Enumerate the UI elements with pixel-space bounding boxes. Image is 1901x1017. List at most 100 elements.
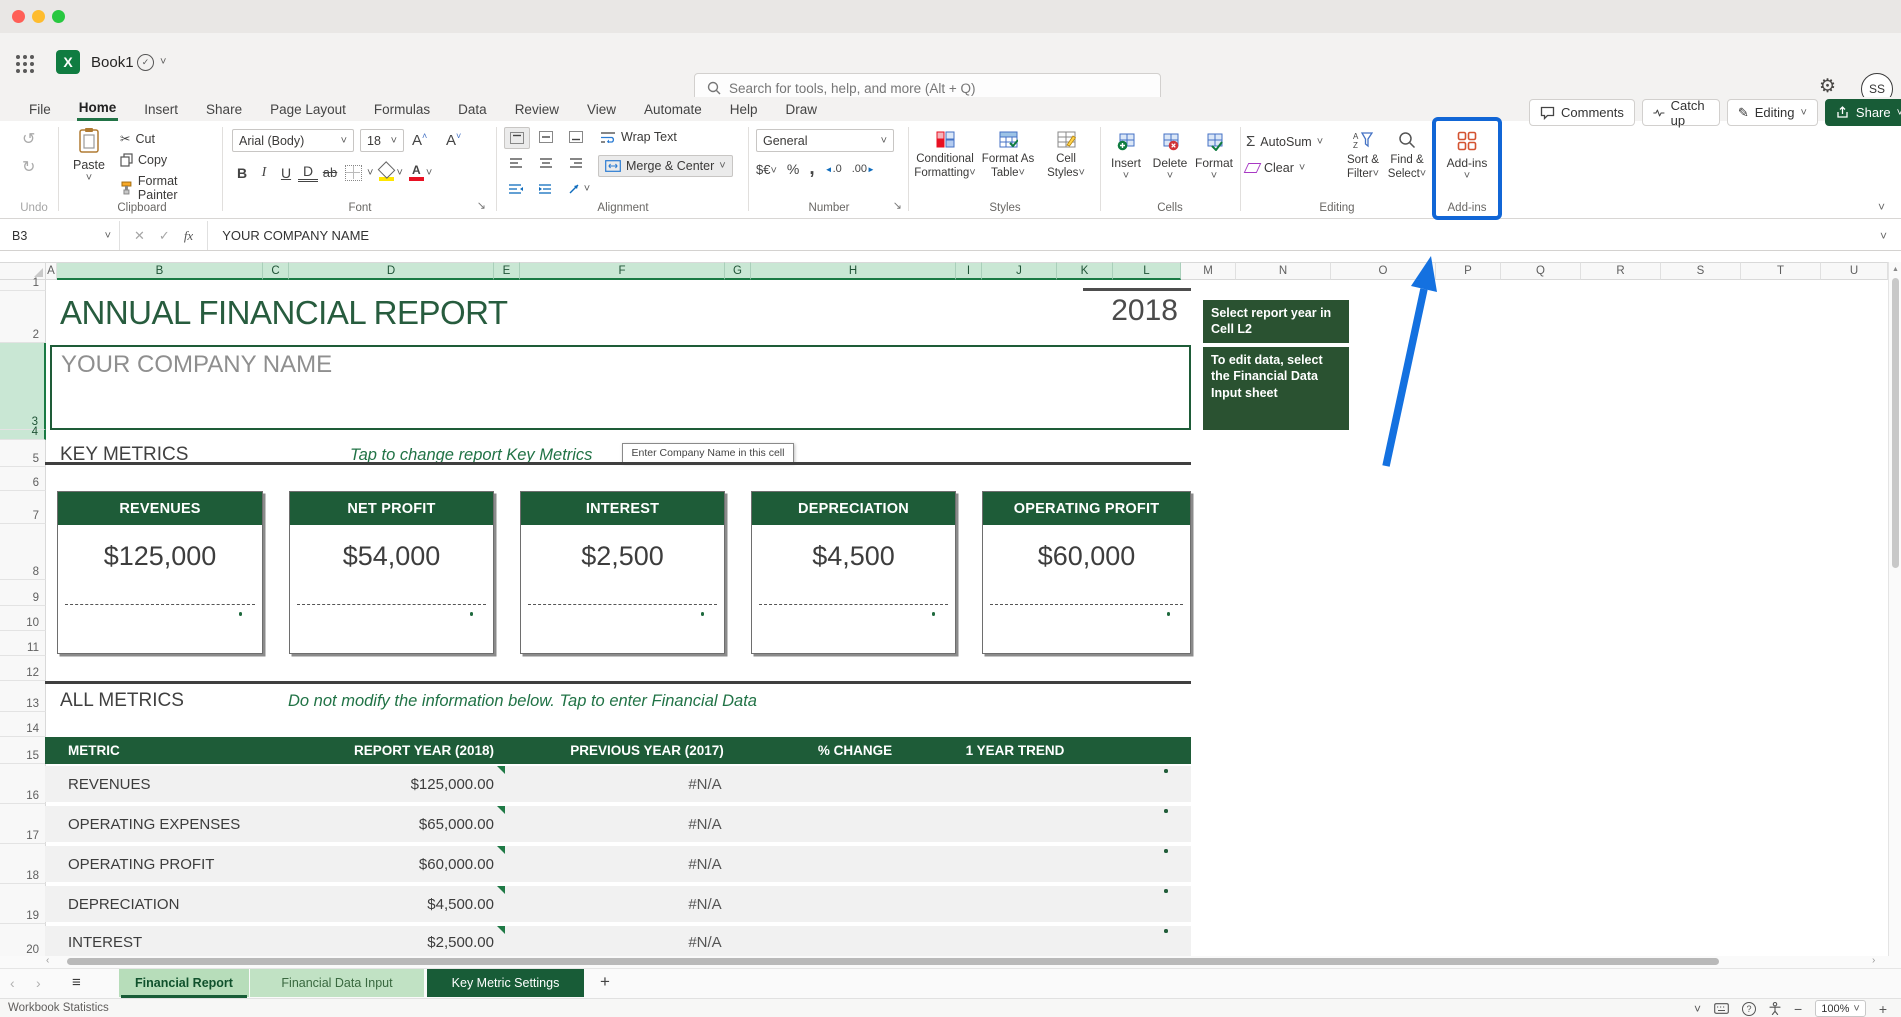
workbook-statistics-button[interactable]: Workbook Statistics bbox=[8, 1002, 109, 1014]
row-header-8[interactable]: 8 bbox=[0, 524, 46, 580]
vscroll-thumb[interactable] bbox=[1892, 278, 1899, 568]
font-size-select[interactable]: 18˅ bbox=[360, 129, 404, 152]
text-orientation-icon[interactable]: ˅ bbox=[564, 179, 594, 199]
menu-review[interactable]: Review bbox=[513, 100, 561, 119]
strikethrough-button[interactable]: ab bbox=[320, 165, 340, 180]
column-header-q[interactable]: Q bbox=[1501, 262, 1581, 280]
catch-up-button[interactable]: Catch up bbox=[1642, 99, 1720, 126]
menu-page-layout[interactable]: Page Layout bbox=[268, 100, 348, 119]
font-family-select[interactable]: Arial (Body)˅ bbox=[232, 129, 354, 152]
keyboard-icon[interactable] bbox=[1714, 1003, 1729, 1014]
redo-icon[interactable]: ↻ bbox=[22, 157, 35, 177]
zoom-in-icon[interactable]: + bbox=[1879, 1001, 1887, 1017]
font-color-icon[interactable]: A bbox=[409, 165, 424, 181]
comments-button[interactable]: Comments bbox=[1529, 99, 1635, 126]
share-button[interactable]: Share ˅ bbox=[1825, 99, 1901, 126]
row-header-12[interactable]: 12 bbox=[0, 656, 46, 681]
workbook-menu-chevron-icon[interactable]: ˅ bbox=[160, 56, 166, 68]
increase-indent-icon[interactable] bbox=[534, 179, 558, 199]
report-year-cell[interactable]: 2018 bbox=[1083, 294, 1178, 328]
chevron-down-icon[interactable]: ˅ bbox=[396, 167, 402, 179]
menu-share[interactable]: Share bbox=[204, 100, 244, 119]
column-header-d[interactable]: D bbox=[289, 262, 494, 280]
cut-button[interactable]: ✂Cut bbox=[120, 131, 220, 146]
currency-format-icon[interactable]: $€˅ bbox=[756, 162, 777, 177]
column-header-u[interactable]: U bbox=[1821, 262, 1888, 280]
accessibility-icon[interactable] bbox=[1769, 1002, 1781, 1015]
minimize-window-button[interactable] bbox=[32, 10, 45, 23]
column-header-h[interactable]: H bbox=[751, 262, 956, 280]
row-header-2[interactable]: 2 bbox=[0, 291, 46, 343]
prev-sheet-icon[interactable]: ‹ bbox=[10, 975, 15, 991]
column-header-k[interactable]: K bbox=[1057, 262, 1113, 280]
undo-icon[interactable]: ↺ bbox=[22, 129, 35, 149]
formula-input[interactable]: YOUR COMPANY NAME bbox=[208, 228, 369, 243]
company-name-cell[interactable]: YOUR COMPANY NAME bbox=[50, 345, 1191, 430]
align-middle-icon[interactable] bbox=[534, 127, 558, 147]
find-select-button[interactable]: Find &Select˅ bbox=[1386, 131, 1428, 182]
saved-status-icon[interactable]: ✓ bbox=[137, 54, 154, 71]
sort-filter-button[interactable]: AZ Sort &Filter˅ bbox=[1342, 131, 1384, 182]
row-header-4[interactable]: 4 bbox=[0, 430, 46, 440]
row-header-3[interactable]: 3 bbox=[0, 343, 46, 430]
row-header-9[interactable]: 9 bbox=[0, 580, 46, 606]
row-header-10[interactable]: 10 bbox=[0, 606, 46, 631]
delete-cells-button[interactable]: Delete ˅ bbox=[1148, 133, 1192, 182]
merge-center-button[interactable]: Merge & Center ˅ bbox=[598, 155, 733, 177]
fullscreen-window-button[interactable] bbox=[52, 10, 65, 23]
settings-gear-icon[interactable]: ⚙ bbox=[1819, 75, 1836, 98]
autosum-button[interactable]: ΣAutoSum˅ bbox=[1246, 133, 1323, 150]
clear-button[interactable]: Clear˅ bbox=[1246, 161, 1305, 175]
editing-mode-button[interactable]: ✎ Editing ˅ bbox=[1727, 99, 1818, 126]
paste-button[interactable]: Paste ˅ bbox=[66, 127, 112, 184]
row-header-1[interactable]: 1 bbox=[0, 280, 46, 291]
align-center-icon[interactable] bbox=[534, 153, 558, 173]
column-header-t[interactable]: T bbox=[1741, 262, 1821, 280]
menu-view[interactable]: View bbox=[585, 100, 618, 119]
column-header-l[interactable]: L bbox=[1113, 262, 1181, 280]
menu-automate[interactable]: Automate bbox=[642, 100, 704, 119]
wrap-text-button[interactable]: Wrap Text bbox=[600, 130, 677, 144]
menu-data[interactable]: Data bbox=[456, 100, 489, 119]
row-header-7[interactable]: 7 bbox=[0, 491, 46, 524]
column-header-s[interactable]: S bbox=[1661, 262, 1741, 280]
app-launcher-icon[interactable] bbox=[16, 55, 20, 59]
bold-button[interactable]: B bbox=[232, 165, 252, 181]
table-row[interactable]: REVENUES $125,000.00 #N/A bbox=[45, 766, 1191, 802]
menu-formulas[interactable]: Formulas bbox=[372, 100, 432, 119]
conditional-formatting-button[interactable]: ConditionalFormatting˅ bbox=[914, 131, 976, 181]
copy-button[interactable]: Copy bbox=[120, 153, 220, 167]
format-cells-button[interactable]: Format ˅ bbox=[1192, 133, 1236, 182]
scroll-right-icon[interactable]: › bbox=[1872, 955, 1875, 966]
column-header-i[interactable]: I bbox=[956, 262, 982, 280]
underline-button[interactable]: U bbox=[276, 165, 296, 181]
column-header-f[interactable]: F bbox=[520, 262, 725, 280]
cancel-entry-icon[interactable]: ✕ bbox=[134, 228, 145, 244]
workbook-name[interactable]: Book1 bbox=[91, 54, 134, 71]
status-chevron-icon[interactable]: ˅ bbox=[1694, 1002, 1701, 1016]
format-as-table-button[interactable]: Format AsTable˅ bbox=[978, 131, 1038, 181]
help-icon[interactable]: ? bbox=[1742, 1002, 1756, 1016]
percent-format-icon[interactable]: % bbox=[787, 161, 799, 177]
row-header-6[interactable]: 6 bbox=[0, 467, 46, 491]
format-painter-button[interactable]: Format Painter bbox=[120, 174, 220, 202]
menu-file[interactable]: File bbox=[27, 100, 53, 119]
column-header-e[interactable]: E bbox=[494, 262, 520, 280]
scroll-up-icon[interactable]: ▲ bbox=[1892, 266, 1899, 273]
row-header-20[interactable]: 20 bbox=[0, 924, 46, 958]
row-header-14[interactable]: 14 bbox=[0, 712, 46, 737]
close-window-button[interactable] bbox=[12, 10, 25, 23]
table-row[interactable]: INTEREST $2,500.00 #N/A bbox=[45, 926, 1191, 958]
tab-financial-data-input[interactable]: Financial Data Input bbox=[250, 969, 424, 997]
column-header-j[interactable]: J bbox=[982, 262, 1057, 280]
horizontal-scrollbar[interactable]: ‹ › bbox=[0, 956, 1901, 968]
row-header-13[interactable]: 13 bbox=[0, 681, 46, 712]
menu-home[interactable]: Home bbox=[77, 98, 119, 121]
row-header-5[interactable]: 5 bbox=[0, 440, 46, 467]
excel-logo-icon[interactable]: X bbox=[56, 50, 80, 74]
row-header-17[interactable]: 17 bbox=[0, 804, 46, 844]
row-header-19[interactable]: 19 bbox=[0, 884, 46, 924]
table-row[interactable]: OPERATING EXPENSES $65,000.00 #N/A bbox=[45, 806, 1191, 842]
number-format-select[interactable]: General˅ bbox=[756, 129, 894, 152]
scroll-left-icon[interactable]: ‹ bbox=[46, 955, 49, 966]
